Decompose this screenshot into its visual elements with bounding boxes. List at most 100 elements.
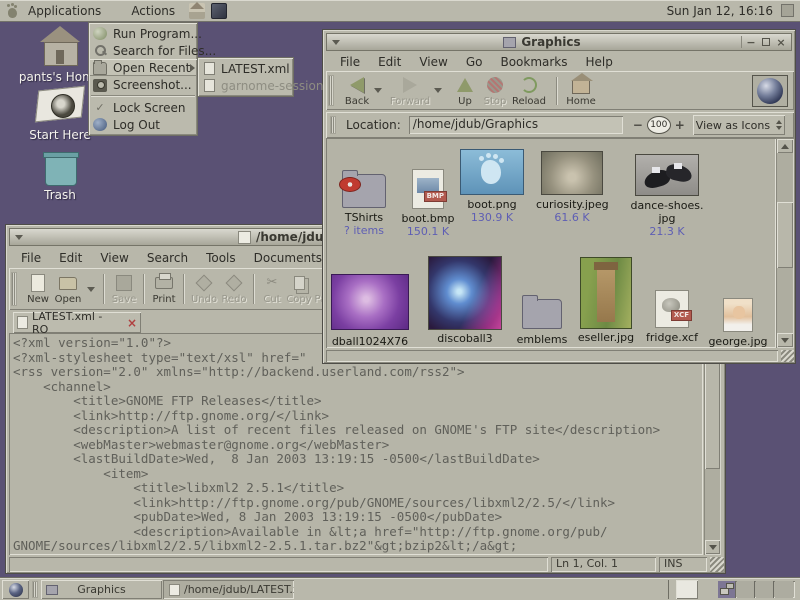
zoom-in-icon[interactable]: + (673, 118, 687, 132)
menu-item-screenshot[interactable]: Screenshot... (89, 76, 197, 93)
gedit-menu-file[interactable]: File (12, 249, 50, 267)
file-fridge-xcf[interactable]: XCF fridge.xcf (640, 290, 704, 344)
up-button[interactable]: Up (450, 75, 480, 107)
location-bar-handle[interactable] (330, 116, 336, 134)
menu-item-lock-screen[interactable]: ✓ Lock Screen (89, 99, 197, 116)
nautilus-menu-bookmarks[interactable]: Bookmarks (491, 53, 576, 71)
file-tshirts[interactable]: TShirts ? items (332, 169, 396, 237)
titlebar-separator (741, 36, 742, 48)
menu-item-recent-latest-xml[interactable]: LATEST.xml (198, 60, 293, 77)
log-out-icon (93, 118, 107, 131)
nautilus-toolbar-handle[interactable] (328, 75, 334, 106)
nautilus-menu-view[interactable]: View (410, 53, 456, 71)
clock[interactable]: Sun Jan 12, 16:16 (667, 4, 779, 18)
nautilus-scrollbar-thumb[interactable] (777, 202, 793, 268)
nautilus-menu-go[interactable]: Go (457, 53, 492, 71)
file-discoball3[interactable]: discoball3 (423, 256, 507, 345)
workspace-3[interactable] (756, 581, 774, 598)
reload-button[interactable]: Reload (510, 75, 548, 107)
view-mode-select[interactable]: View as Icons (693, 115, 785, 135)
gedit-menu-documents[interactable]: Documents (245, 249, 331, 267)
workspace-2[interactable] (737, 581, 755, 598)
file-dball1024x76[interactable]: dball1024X76 (328, 274, 412, 348)
file-boot-bmp[interactable]: BMP boot.bmp 150.1 K (396, 169, 460, 238)
gedit-text-area[interactable]: <?xml version="1.0"?> <?xml-stylesheet t… (9, 333, 703, 555)
zoom-out-icon[interactable]: − (631, 118, 645, 132)
screenshot-launcher-icon[interactable] (211, 3, 227, 19)
nautilus-window-menu-button[interactable] (329, 35, 343, 49)
gedit-menu-view[interactable]: View (91, 249, 137, 267)
gedit-resize-grip[interactable] (710, 557, 724, 572)
scroll-down-icon[interactable] (777, 333, 793, 347)
nautilus-resize-grip[interactable] (781, 350, 794, 362)
tab-close-icon[interactable]: × (127, 316, 137, 330)
home-launcher-icon[interactable] (189, 3, 205, 19)
open-recent-dropdown-icon[interactable] (87, 287, 95, 292)
back-button[interactable]: Back (342, 75, 372, 107)
view-mode-value: View as Icons (696, 119, 770, 132)
home-button[interactable]: Home (566, 75, 596, 107)
nautilus-icon-view[interactable]: TShirts ? items BMP boot.bmp 150.1 K boo… (326, 138, 776, 348)
gedit-open-button[interactable]: Open (53, 273, 83, 305)
gedit-menu-edit[interactable]: Edit (50, 249, 91, 267)
gedit-tab-latest-xml[interactable]: LATEST.xml - RO × (13, 312, 141, 333)
forward-button[interactable]: Forward (388, 75, 432, 107)
gnome-foot-icon[interactable] (6, 3, 20, 19)
gedit-print-button[interactable]: Print (149, 273, 179, 305)
stop-button[interactable]: Stop (480, 75, 510, 107)
menu-item-log-out[interactable]: Log Out (89, 116, 197, 133)
file-dance-shoes-jpg[interactable]: dance-shoes. jpg 21.3 K (623, 154, 711, 238)
menu-item-open-recent[interactable]: Open Recent (89, 59, 197, 76)
tasklist-handle[interactable] (32, 581, 38, 598)
close-icon[interactable]: × (775, 36, 787, 48)
desktop-icon-trash[interactable]: Trash (5, 150, 115, 202)
gedit-scrollbar-thumb[interactable] (705, 349, 720, 469)
nautilus-vertical-scrollbar[interactable] (776, 138, 794, 348)
applications-menu[interactable]: Applications (20, 1, 109, 21)
menu-item-search-for-files[interactable]: Search for Files... (89, 42, 197, 59)
scroll-up-icon[interactable] (777, 139, 793, 153)
nautilus-menu-help[interactable]: Help (577, 53, 622, 71)
scroll-down-icon[interactable] (705, 540, 720, 554)
nautilus-titlebar[interactable]: Graphics − × (326, 33, 792, 51)
location-input[interactable]: /home/jdub/Graphics (409, 116, 623, 134)
nautilus-menu-file[interactable]: File (331, 53, 369, 71)
george-thumbnail (723, 298, 753, 332)
back-history-dropdown-icon[interactable] (374, 88, 382, 93)
gedit-menu-tools[interactable]: Tools (197, 249, 245, 267)
gedit-new-button[interactable]: New (23, 273, 53, 305)
actions-menu[interactable]: Actions (123, 1, 183, 21)
panel-applet-icon[interactable] (781, 4, 794, 17)
file-boot-png[interactable]: boot.png 130.9 K (457, 149, 527, 224)
file-eseller-jpg[interactable]: eseller.jpg (573, 257, 639, 344)
gedit-copy-button[interactable]: Copy (285, 273, 313, 305)
gedit-toolbar-handle[interactable] (11, 272, 17, 306)
gedit-vertical-scrollbar[interactable] (704, 333, 721, 555)
forward-history-dropdown-icon[interactable] (434, 88, 442, 93)
file-emblems[interactable]: emblems (510, 294, 574, 346)
workspace-switcher[interactable] (718, 581, 795, 598)
panel-launcher-button[interactable] (2, 580, 29, 599)
minimize-icon[interactable]: − (745, 36, 757, 48)
code-line: <channel> (13, 380, 703, 395)
menu-item-run-program[interactable]: Run Program... (89, 25, 197, 42)
taskbar-button-latest-xml[interactable]: /home/jdub/LATEST.xml (163, 580, 294, 599)
workspace-1-active[interactable] (718, 581, 736, 598)
gedit-window-menu-button[interactable] (12, 230, 26, 244)
gedit-menu-search[interactable]: Search (138, 249, 197, 267)
menu-item-recent-garnome-session[interactable]: garnome-session (198, 77, 293, 94)
submenu-arrow-icon (190, 64, 195, 72)
file-george-jpg[interactable]: george.jpg (707, 298, 769, 348)
zoom-level-indicator[interactable]: 100 (647, 116, 671, 134)
gedit-redo-button[interactable]: Redo (219, 273, 249, 305)
panel-applet-handle[interactable] (676, 580, 698, 599)
panel-divider (668, 580, 669, 599)
gedit-cut-button[interactable]: ✂ Cut (259, 273, 285, 305)
nautilus-menu-edit[interactable]: Edit (369, 53, 410, 71)
gedit-save-button[interactable]: Save (109, 273, 139, 305)
workspace-4[interactable] (775, 581, 793, 598)
gedit-undo-button[interactable]: Undo (189, 273, 219, 305)
taskbar-button-graphics[interactable]: Graphics (41, 580, 162, 599)
file-curiosity-jpeg[interactable]: curiosity.jpeg 61.6 K (536, 151, 608, 224)
maximize-icon[interactable] (760, 36, 772, 48)
